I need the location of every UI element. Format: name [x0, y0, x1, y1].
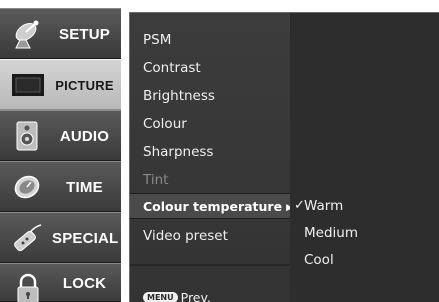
colour-temperature-submenu: ✓ Warm Medium Cool [290, 12, 439, 302]
option-label: Medium [304, 225, 358, 241]
menu-item-label: Brightness [143, 88, 215, 104]
menu-item-label: Contrast [143, 60, 201, 76]
menu-item-psm[interactable]: PSM [130, 27, 290, 53]
satellite-dish-icon [15, 20, 39, 49]
menu-divider [130, 264, 290, 266]
menu-item-label: Colour [143, 116, 187, 132]
menu-item-label: Tint [143, 172, 169, 188]
menu-item-colour[interactable]: Colour [130, 111, 290, 137]
menu-item-tint: Tint [130, 167, 290, 193]
category-audio[interactable]: AUDIO [0, 110, 121, 161]
category-label: LOCK [62, 275, 107, 292]
category-lock[interactable]: LOCK [0, 263, 121, 302]
menu-footer-hint[interactable]: MENU Prev. [143, 290, 211, 302]
picture-menu: PSM Contrast Brightness Colour Sharpness… [129, 12, 293, 302]
tv-osd-menu: SETUP PICTURE AUDIO TIME SPECIAL LOCK PS… [0, 0, 439, 302]
remote-control-icon [14, 224, 42, 252]
checkmark-icon: ✓ [294, 198, 305, 213]
menu-item-label: Video preset [143, 228, 228, 244]
category-label: SPECIAL [52, 230, 119, 247]
category-special[interactable]: SPECIAL [0, 212, 121, 263]
category-label: TIME [66, 179, 103, 196]
speaker-icon [16, 121, 38, 151]
category-label: PICTURE [55, 78, 114, 93]
menu-item-label: Colour temperature [143, 199, 283, 214]
option-label: Cool [304, 252, 334, 268]
option-warm[interactable]: ✓ Warm [290, 193, 439, 219]
option-medium[interactable]: Medium [290, 220, 439, 246]
menu-item-contrast[interactable]: Contrast [130, 55, 290, 81]
padlock-icon [17, 273, 39, 302]
clock-icon [14, 175, 40, 199]
menu-item-colour-temperature[interactable]: Colour temperature▶ [130, 193, 293, 219]
tv-screen-icon [12, 74, 44, 96]
menu-item-label: Sharpness [143, 144, 214, 160]
menu-item-sharpness[interactable]: Sharpness [130, 139, 290, 165]
category-label: SETUP [58, 26, 110, 43]
category-setup[interactable]: SETUP [0, 8, 121, 59]
category-label: AUDIO [59, 128, 110, 145]
menu-item-label: PSM [143, 32, 172, 48]
menu-item-video-preset[interactable]: Video preset [130, 223, 290, 249]
category-picture[interactable]: PICTURE [0, 59, 121, 110]
option-cool[interactable]: Cool [290, 247, 439, 273]
category-sidebar: SETUP PICTURE AUDIO TIME SPECIAL LOCK [0, 8, 121, 302]
category-time[interactable]: TIME [0, 161, 121, 212]
menu-item-brightness[interactable]: Brightness [130, 83, 290, 109]
footer-prev-label: Prev. [180, 290, 211, 302]
option-label: Warm [304, 198, 344, 214]
menu-key-icon: MENU [143, 292, 178, 302]
